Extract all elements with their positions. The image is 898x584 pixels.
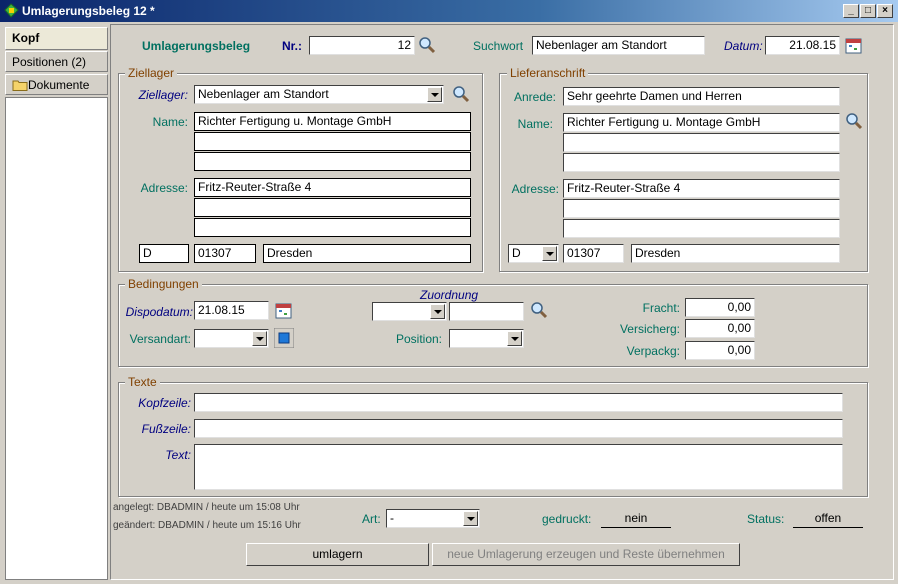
minimize-button[interactable]: _ xyxy=(843,4,859,18)
art-value: - xyxy=(390,511,394,525)
chevron-down-icon[interactable] xyxy=(252,331,267,346)
chevron-down-icon[interactable] xyxy=(427,87,442,102)
folder-icon xyxy=(12,80,28,91)
ziel-adr2-field[interactable] xyxy=(194,198,471,217)
chevron-down-icon[interactable] xyxy=(430,304,445,319)
zuordnung-field[interactable] xyxy=(449,302,524,321)
versandart-select[interactable] xyxy=(194,329,269,348)
liefer-land-select[interactable]: D xyxy=(508,244,559,263)
liefer-name3-field[interactable] xyxy=(563,153,840,172)
close-button[interactable]: × xyxy=(877,4,893,18)
zuordnung-select[interactable] xyxy=(372,302,447,321)
ziel-ort-field[interactable]: Dresden xyxy=(263,244,471,263)
tab-positionen[interactable]: Positionen (2) xyxy=(5,51,108,72)
gedruckt-label: gedruckt: xyxy=(542,512,592,526)
ziel-adr3-field[interactable] xyxy=(194,218,471,237)
versandart-label: Versandart: xyxy=(129,332,191,346)
fusszeile-field[interactable] xyxy=(194,419,843,438)
ziel-name3-field[interactable] xyxy=(194,152,471,171)
status-value: offen xyxy=(793,511,863,528)
liefer-adr1-field[interactable]: Fritz-Reuter-Straße 4 xyxy=(563,179,840,198)
texte-legend: Texte xyxy=(125,375,160,389)
ziel-name-label: Name: xyxy=(152,115,188,129)
liefer-ort-field[interactable]: Dresden xyxy=(631,244,840,263)
search-icon[interactable] xyxy=(417,35,437,55)
ziellager-select-value: Nebenlager am Standort xyxy=(198,87,329,101)
lieferanschrift-legend: Lieferanschrift xyxy=(507,66,589,80)
chevron-down-icon[interactable] xyxy=(507,331,522,346)
liefer-name-label: Name: xyxy=(517,117,553,131)
text-label: Text: xyxy=(165,448,191,462)
calendar-icon[interactable] xyxy=(844,36,864,56)
tab-label: Positionen (2) xyxy=(12,55,87,69)
chevron-down-icon[interactable] xyxy=(542,246,557,261)
ziellager-select[interactable]: Nebenlager am Standort xyxy=(194,85,444,104)
ziel-name2-field[interactable] xyxy=(194,132,471,151)
datum-label: Datum: xyxy=(724,39,763,53)
maximize-button[interactable]: □ xyxy=(860,4,876,18)
gedruckt-value: nein xyxy=(601,511,671,528)
art-label: Art: xyxy=(362,512,381,526)
app-icon xyxy=(4,3,19,18)
bedingungen-group xyxy=(118,284,868,367)
text-area[interactable] xyxy=(194,444,843,490)
liefer-land-value: D xyxy=(512,246,521,260)
art-select[interactable]: - xyxy=(386,509,480,528)
status-label: Status: xyxy=(747,512,785,526)
umlagern-button[interactable]: umlagern xyxy=(246,543,429,566)
anrede-field[interactable]: Sehr geehrte Damen und Herren xyxy=(563,87,840,106)
dispodatum-label: Dispodatum: xyxy=(125,305,193,319)
anrede-label: Anrede: xyxy=(513,90,556,104)
title-bar: Umlagerungsbeleg 12 * _ □ × xyxy=(0,0,898,22)
nr-label: Nr.: xyxy=(282,39,303,53)
ziel-land-field[interactable]: D xyxy=(139,244,189,263)
chevron-down-icon[interactable] xyxy=(463,511,478,526)
window-title: Umlagerungsbeleg 12 * xyxy=(22,4,155,18)
liefer-plz-field[interactable]: 01307 xyxy=(563,244,624,263)
calendar-icon[interactable] xyxy=(274,301,294,321)
ziel-adresse-label: Adresse: xyxy=(140,181,188,195)
datum-field[interactable]: 21.08.15 xyxy=(765,36,840,55)
nr-field[interactable]: 12 xyxy=(309,36,415,55)
ziellager-label: Ziellager: xyxy=(138,88,188,102)
sidebar-panel xyxy=(5,97,108,580)
fusszeile-label: Fußzeile: xyxy=(141,422,191,436)
kopfzeile-field[interactable] xyxy=(194,393,843,412)
suchwort-label: Suchwort xyxy=(473,39,524,53)
ziel-plz-field[interactable]: 01307 xyxy=(194,244,256,263)
bedingungen-legend: Bedingungen xyxy=(125,277,202,291)
dispodatum-field[interactable]: 21.08.15 xyxy=(194,301,269,320)
versicherung-label: Versicherg: xyxy=(619,322,680,336)
liefer-adr2-field[interactable] xyxy=(563,199,840,218)
kopfzeile-label: Kopfzeile: xyxy=(138,396,191,410)
search-icon[interactable] xyxy=(844,111,864,131)
position-label: Position: xyxy=(395,332,442,346)
search-icon[interactable] xyxy=(451,84,471,104)
liefer-name1-field[interactable]: Richter Fertigung u. Montage GmbH xyxy=(563,113,840,132)
tab-label: Dokumente xyxy=(28,78,90,92)
verpackung-field[interactable]: 0,00 xyxy=(685,341,755,360)
zuordnung-label: Zuordnung xyxy=(420,288,479,302)
liefer-adr3-field[interactable] xyxy=(563,219,840,238)
fracht-label: Fracht: xyxy=(642,301,680,315)
details-icon[interactable] xyxy=(274,328,294,348)
tab-dokumente[interactable]: Dokumente xyxy=(5,74,108,95)
search-icon[interactable] xyxy=(529,300,549,320)
versicherung-field[interactable]: 0,00 xyxy=(685,319,755,338)
suchwort-field[interactable]: Nebenlager am Standort xyxy=(532,36,705,55)
tab-label: Kopf xyxy=(12,31,40,45)
angelegt-info: angelegt: DBADMIN / heute um 15:08 Uhr xyxy=(113,502,300,513)
liefer-name2-field[interactable] xyxy=(563,133,840,152)
tab-kopf[interactable]: Kopf xyxy=(5,27,108,50)
neue-umlagerung-button[interactable]: neue Umlagerung erzeugen und Reste übern… xyxy=(432,543,740,566)
liefer-adresse-label: Adresse: xyxy=(511,182,559,196)
ziel-adr1-field[interactable]: Fritz-Reuter-Straße 4 xyxy=(194,178,471,197)
ziel-name1-field[interactable]: Richter Fertigung u. Montage GmbH xyxy=(194,112,471,131)
verpackung-label: Verpackg: xyxy=(626,344,680,358)
geaendert-info: geändert: DBADMIN / heute um 15:16 Uhr xyxy=(113,520,301,531)
fracht-field[interactable]: 0,00 xyxy=(685,298,755,317)
section-title: Umlagerungsbeleg xyxy=(142,39,251,53)
position-select[interactable] xyxy=(449,329,524,348)
ziellager-legend: Ziellager xyxy=(125,66,178,80)
